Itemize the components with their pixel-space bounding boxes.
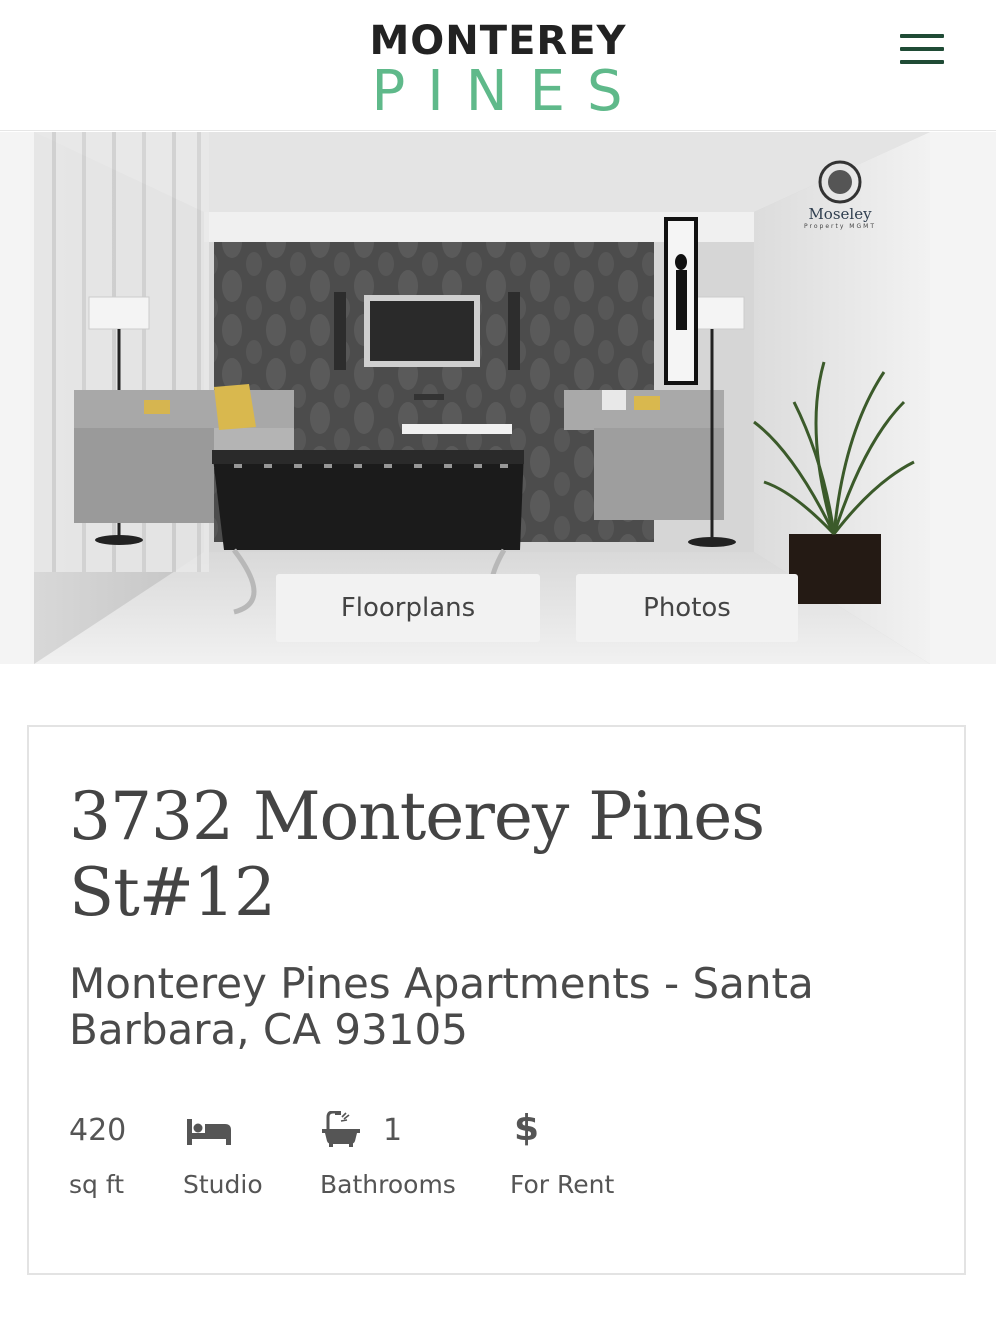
dollar-icon: $ [514,1108,540,1149]
photos-button[interactable]: Photos [576,574,798,642]
logo-top-text: MONTEREY [369,18,627,64]
menu-bar [900,47,944,51]
price-label: For Rent [510,1170,615,1199]
bathtub-icon [322,1110,360,1151]
area-label: sq ft [69,1170,125,1199]
area-value: 420 [69,1113,127,1148]
listing-subtitle-line1: Monterey Pines Apartments - Santa [69,959,814,1008]
listing-subtitle: Monterey Pines Apartments - Santa Barbar… [69,961,869,1053]
site-header: MONTEREY PINES [0,0,996,131]
floorplans-button[interactable]: Floorplans [276,574,540,642]
listing-title: 3732 Monterey Pines St#12 [69,779,849,931]
listing-title-line2: St#12 [69,854,276,931]
site-logo[interactable]: MONTEREY PINES [0,20,996,122]
watermark-sub: Property MGMT [804,223,876,230]
logo-bottom-text: PINES [371,59,645,124]
watermark-brand: Moseley [808,205,872,223]
hamburger-menu-icon[interactable] [900,34,944,66]
menu-bar [900,60,944,64]
bed-icon [187,1119,231,1149]
listing-card: 3732 Monterey Pines St#12 Monterey Pines… [27,725,966,1275]
bathrooms-value: 1 [383,1113,403,1148]
listing-subtitle-line2: Barbara, CA 93105 [69,1005,468,1054]
menu-bar [900,34,944,38]
bathrooms-label: Bathrooms [320,1170,456,1199]
bedrooms-label: Studio [183,1170,263,1199]
listing-title-line1: 3732 Monterey Pines [69,778,765,855]
